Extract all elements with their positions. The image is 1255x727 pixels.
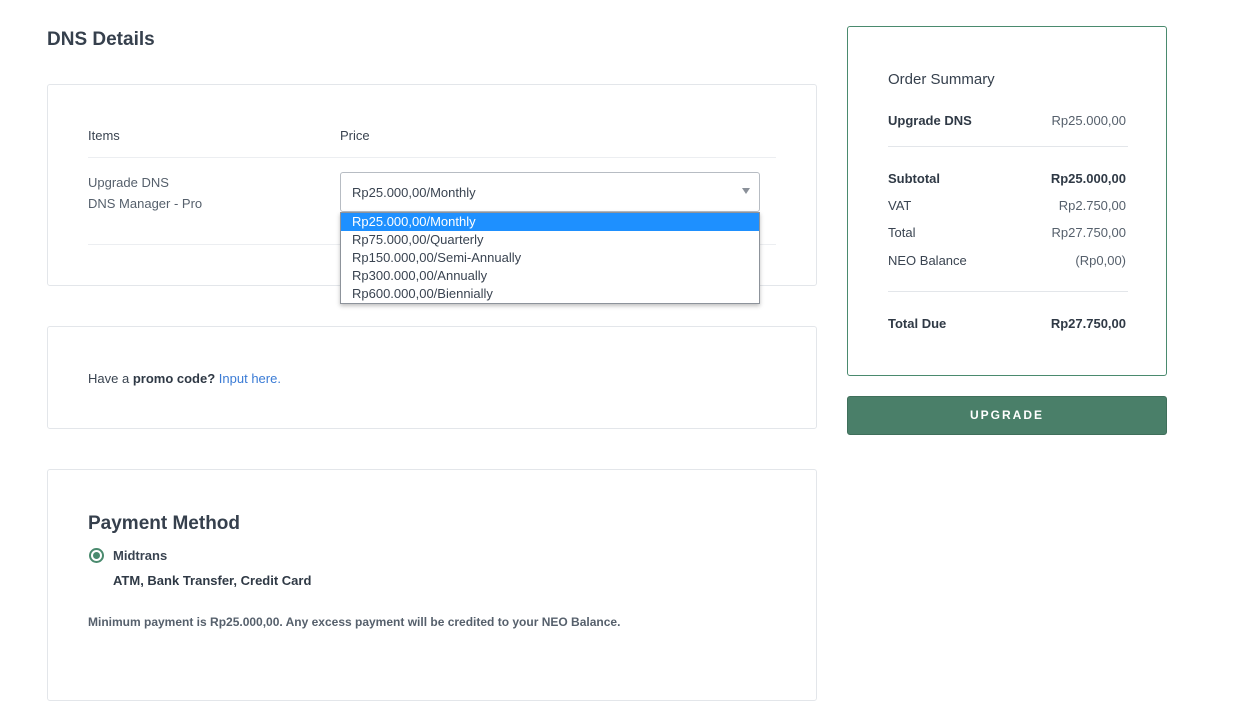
- billing-cycle-select[interactable]: Rp25.000,00/Monthly: [340, 172, 760, 212]
- item-name: Upgrade DNS: [88, 175, 169, 190]
- subtotal-label: Subtotal: [888, 171, 940, 186]
- option-monthly[interactable]: Rp25.000,00/Monthly: [341, 213, 759, 231]
- order-summary-card: Order Summary Upgrade DNS Rp25.000,00 Su…: [847, 26, 1167, 376]
- summary-divider-2: [888, 291, 1128, 292]
- price-column-header: Price: [340, 128, 370, 143]
- upgrade-button[interactable]: UPGRADE: [847, 396, 1167, 435]
- promo-input-link[interactable]: Input here.: [219, 371, 281, 386]
- header-divider: [88, 157, 776, 158]
- option-biennially[interactable]: Rp600.000,00/Biennially: [341, 285, 759, 303]
- vat-value: Rp2.750,00: [1058, 198, 1126, 213]
- summary-title: Order Summary: [888, 71, 995, 88]
- midtrans-label[interactable]: Midtrans: [113, 548, 167, 563]
- vat-label: VAT: [888, 198, 912, 213]
- subtotal-value: Rp25.000,00: [1050, 171, 1126, 186]
- caret-down-icon: [742, 188, 750, 194]
- option-semi-annually[interactable]: Rp150.000,00/Semi-Annually: [341, 249, 759, 267]
- summary-divider: [888, 146, 1128, 147]
- neo-balance-value: (Rp0,00): [1075, 253, 1126, 268]
- midtrans-methods: ATM, Bank Transfer, Credit Card: [113, 573, 312, 588]
- billing-cycle-dropdown: Rp25.000,00/Monthly Rp75.000,00/Quarterl…: [340, 212, 760, 304]
- midtrans-radio[interactable]: [89, 548, 104, 563]
- option-quarterly[interactable]: Rp75.000,00/Quarterly: [341, 231, 759, 249]
- neo-balance-label: NEO Balance: [888, 253, 967, 268]
- promo-bold: promo code?: [132, 371, 216, 386]
- select-value: Rp25.000,00/Monthly: [352, 185, 476, 200]
- promo-prefix: Have a: [88, 371, 130, 386]
- total-due-label: Total Due: [888, 316, 947, 331]
- minimum-payment-note: Minimum payment is Rp25.000,00. Any exce…: [88, 615, 621, 629]
- payment-title: Payment Method: [88, 513, 241, 534]
- summary-item-value: Rp25.000,00: [1051, 113, 1126, 128]
- summary-item-label: Upgrade DNS: [888, 113, 972, 128]
- option-annually[interactable]: Rp300.000,00/Annually: [341, 267, 759, 285]
- promo-text: Have a promo code? Input here.: [88, 371, 281, 386]
- page-title: DNS Details: [47, 29, 155, 50]
- item-subtitle: DNS Manager - Pro: [88, 196, 203, 211]
- payment-card: Payment Method Midtrans ATM, Bank Transf…: [47, 469, 817, 701]
- items-column-header: Items: [88, 128, 120, 143]
- total-due-value: Rp27.750,00: [1050, 316, 1126, 331]
- total-label: Total: [888, 225, 916, 240]
- promo-card: Have a promo code? Input here.: [47, 326, 817, 429]
- total-value: Rp27.750,00: [1051, 225, 1126, 240]
